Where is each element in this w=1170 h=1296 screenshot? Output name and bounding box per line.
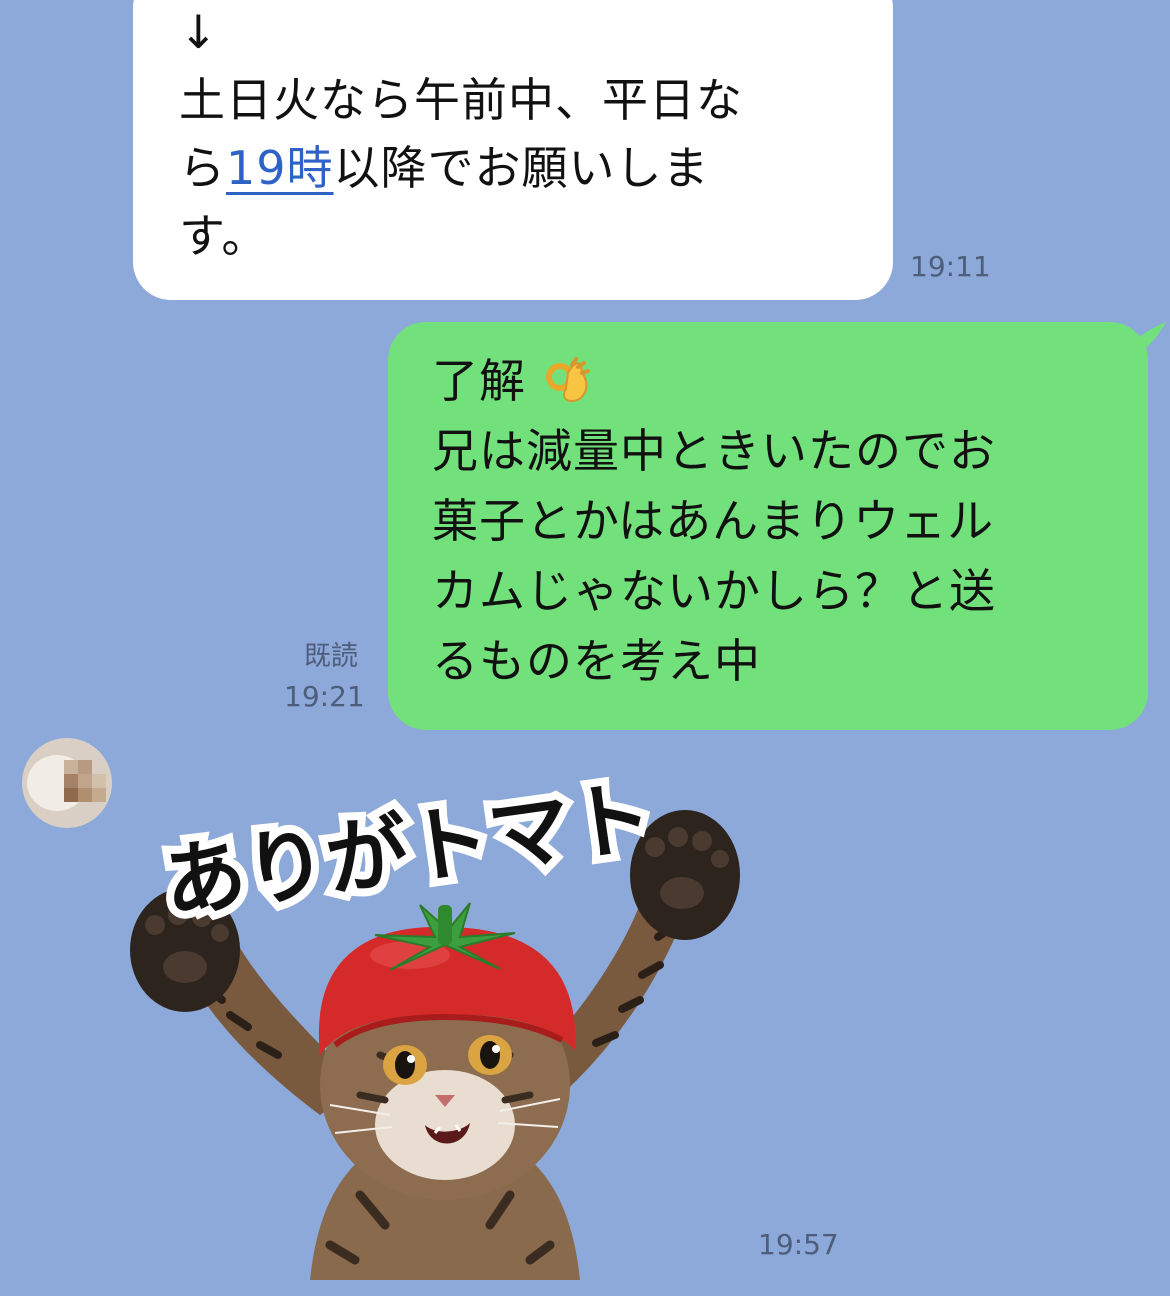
- message-line: カムじゃないかしら？と送: [432, 564, 996, 618]
- message-line: 了解: [432, 348, 592, 414]
- avatar-image: [22, 738, 112, 828]
- chat-area: ↓ 土日火なら午前中、平日な ら19時以降でお願いしま す。 19:11 了解 …: [0, 0, 1170, 1296]
- message-line: 土日火なら午前中、平日な: [179, 73, 743, 127]
- read-receipt: 既読: [304, 641, 358, 672]
- message-line: 菓子とかはあんまりウェル: [432, 494, 995, 548]
- message-line: ら19時以降でお願いしま: [179, 136, 710, 200]
- message-text: ら: [179, 141, 226, 195]
- ok-hand-emoji-icon: [545, 357, 590, 403]
- sticker-caption: ありがトマト: [158, 769, 658, 932]
- message-timestamp: 19:57: [758, 1228, 839, 1261]
- received-message-bubble[interactable]: ↓ 土日火なら午前中、平日な ら19時以降でお願いしま す。: [133, 0, 893, 300]
- message-line: す。: [179, 209, 269, 263]
- message-line: るものを考え中: [432, 634, 761, 688]
- message-line: ↓: [179, 5, 219, 59]
- avatar[interactable]: [22, 738, 112, 828]
- tomato-cat-sticker-image: ありがトマト: [130, 761, 740, 1280]
- message-timestamp: 19:21: [284, 680, 365, 713]
- message-text: 了解: [432, 354, 526, 408]
- time-link[interactable]: 19時: [226, 141, 334, 195]
- message-line: 兄は減量中ときいたのでお: [432, 424, 996, 478]
- sticker[interactable]: ありがトマト: [130, 755, 750, 1280]
- message-timestamp: 19:11: [910, 250, 991, 283]
- message-text: 以降でお願いしま: [333, 141, 710, 195]
- sent-message-bubble[interactable]: 了解 兄は減量中ときいたのでお 菓子とかはあんまりウェル カムじゃないかしら？と…: [388, 322, 1148, 730]
